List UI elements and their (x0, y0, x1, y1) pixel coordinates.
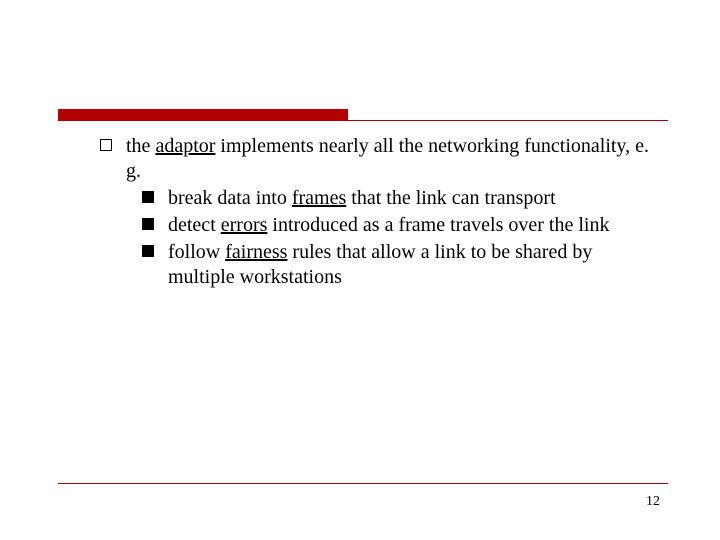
underlined-term: errors (221, 214, 268, 236)
text-fragment: that the link can transport (346, 187, 555, 209)
bullet-sub: follow fairness rules that allow a link … (142, 240, 660, 290)
page-number: 12 (646, 494, 660, 510)
square-solid-icon (142, 245, 154, 257)
bullet-sub-text: break data into frames that the link can… (168, 186, 660, 211)
slide-body: the adaptor implements nearly all the ne… (100, 134, 660, 292)
text-fragment: introduced as a frame travels over the l… (267, 214, 609, 236)
footer-rule (58, 483, 668, 484)
square-open-icon (100, 139, 112, 151)
text-fragment: break data into (168, 187, 292, 209)
square-solid-icon (142, 218, 154, 230)
text-fragment: detect (168, 214, 221, 236)
bullet-sub-text: follow fairness rules that allow a link … (168, 240, 660, 290)
header-accent-bar (58, 109, 348, 120)
header-rule (58, 120, 668, 121)
underlined-term: fairness (225, 241, 287, 263)
square-solid-icon (142, 191, 154, 203)
underlined-term: adaptor (155, 135, 215, 157)
bullet-main-text: the adaptor implements nearly all the ne… (126, 134, 660, 184)
bullet-main: the adaptor implements nearly all the ne… (100, 134, 660, 184)
text-fragment: the (126, 135, 155, 157)
bullet-sub-text: detect errors introduced as a frame trav… (168, 213, 660, 238)
underlined-term: frames (292, 187, 346, 209)
bullet-sub: break data into frames that the link can… (142, 186, 660, 211)
bullet-sub: detect errors introduced as a frame trav… (142, 213, 660, 238)
text-fragment: follow (168, 241, 225, 263)
